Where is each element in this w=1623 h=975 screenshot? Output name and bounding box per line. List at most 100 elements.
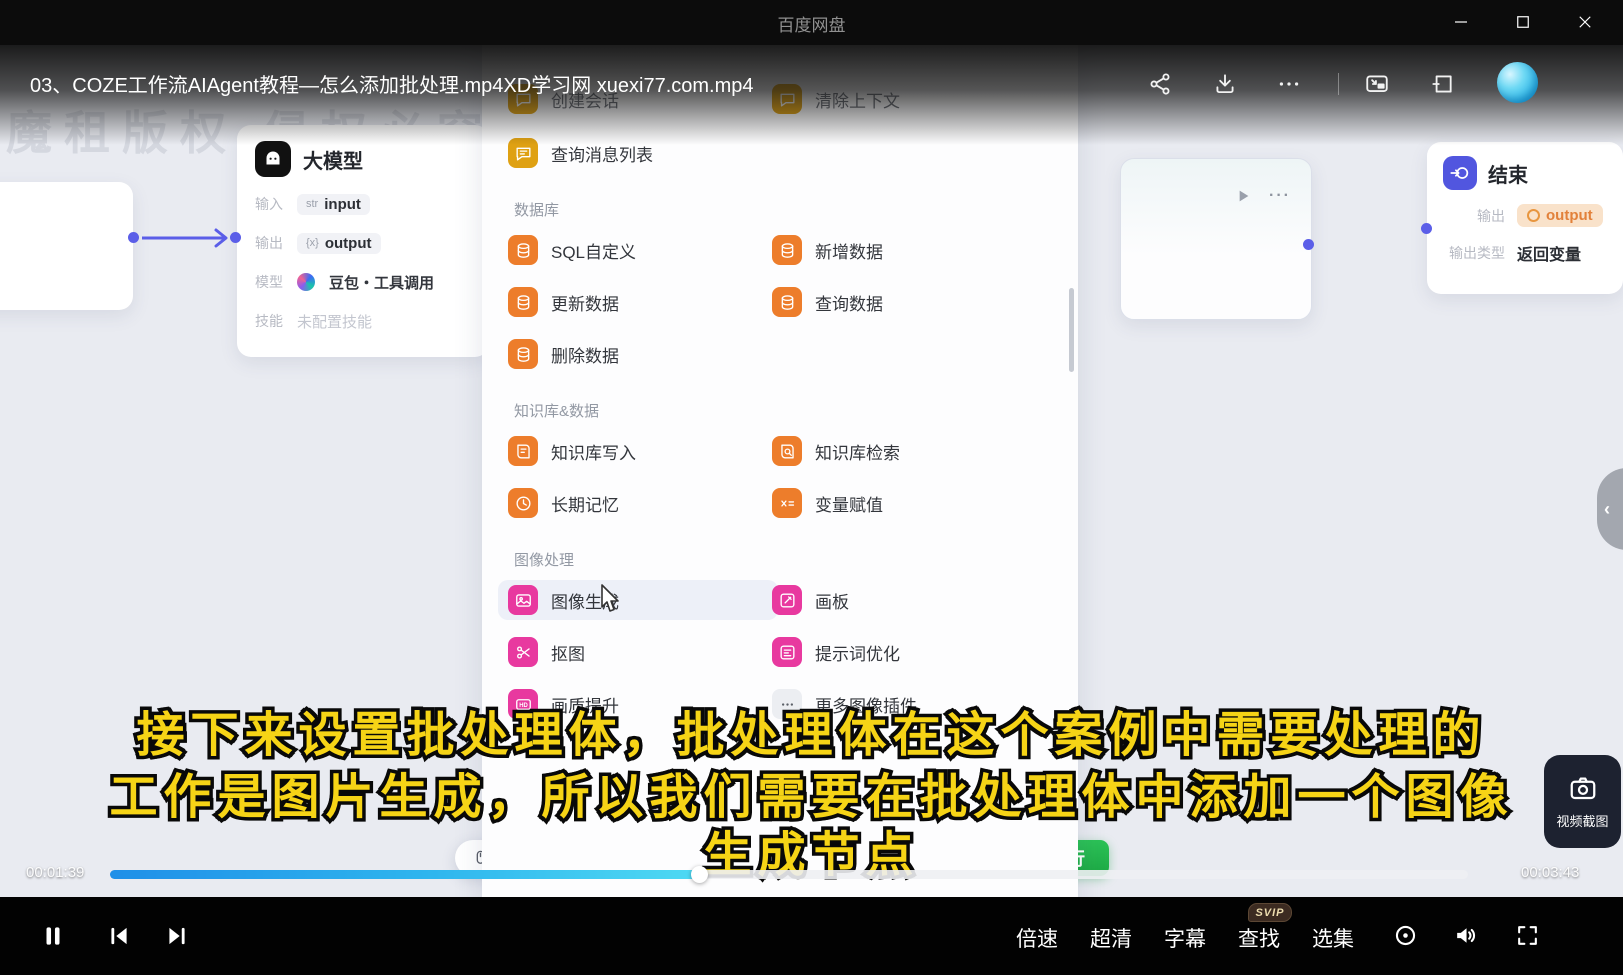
run-node-icon[interactable] <box>1235 188 1251 204</box>
panel-item-label: 新增数据 <box>815 238 883 263</box>
total-time: 00:03:43 <box>1521 864 1579 881</box>
connector-dot[interactable] <box>128 232 139 243</box>
workflow-node-fragment[interactable] <box>0 182 133 310</box>
output-label: 输出 <box>255 233 283 253</box>
image-generate-icon <box>508 585 538 615</box>
picture-in-picture-icon[interactable] <box>1360 67 1394 101</box>
node-more-icon[interactable]: ··· <box>1269 187 1291 205</box>
end-output-label: 输出 <box>1443 206 1505 226</box>
end-output-pill[interactable]: output <box>1517 204 1603 227</box>
panel-section-title-knowledge: 知识库&数据 <box>514 400 1054 421</box>
video-header-overlay: 03、COZE工作流AIAgent教程—怎么添加批处理.mp4XD学习网 xue… <box>0 45 1623 145</box>
video-screenshot-button[interactable]: 视频截图 <box>1544 755 1621 848</box>
node-title: 大模型 <box>303 145 363 174</box>
video-title: 03、COZE工作流AIAgent教程—怎么添加批处理.mp4XD学习网 xue… <box>30 69 754 98</box>
variable-icon <box>772 488 802 518</box>
assistant-avatar[interactable] <box>1497 62 1538 103</box>
download-icon[interactable] <box>1208 67 1242 101</box>
pause-button[interactable] <box>36 919 70 953</box>
header-divider <box>1338 73 1339 95</box>
playback-speed-button[interactable]: 倍速 <box>1016 923 1058 953</box>
fullscreen-icon[interactable] <box>1512 920 1542 950</box>
maximize-button[interactable] <box>1508 8 1538 36</box>
dock-window-icon[interactable] <box>1425 67 1459 101</box>
subtitle-button[interactable]: 字幕 <box>1164 923 1206 953</box>
record-mode-icon[interactable] <box>1390 920 1420 950</box>
panel-item-query-data[interactable]: 查询数据 <box>772 282 1054 322</box>
skill-value: 未配置技能 <box>297 311 372 332</box>
panel-item-prompt-optimize[interactable]: 提示词优化 <box>772 632 1054 672</box>
panel-item-update-data[interactable]: 更新数据 <box>508 282 772 322</box>
end-type-value: 返回变量 <box>1517 241 1581 265</box>
panel-item-long-memory[interactable]: 长期记忆 <box>508 483 772 523</box>
panel-section-title-image: 图像处理 <box>514 549 1054 570</box>
panel-item-image-generate[interactable]: 图像生成 <box>498 580 778 620</box>
database-update-icon <box>508 287 538 317</box>
panel-item-label: 抠图 <box>551 640 585 665</box>
end-type-label: 输出类型 <box>1443 243 1505 263</box>
panel-item-kb-write[interactable]: 知识库写入 <box>508 431 772 471</box>
panel-scrollbar[interactable] <box>1069 288 1074 372</box>
panel-item-label: 更新数据 <box>551 290 619 315</box>
panel-item-label: 知识库写入 <box>551 439 636 464</box>
connector-dot[interactable] <box>230 232 241 243</box>
input-pill[interactable]: str input <box>297 194 370 215</box>
database-query-icon <box>772 287 802 317</box>
find-button[interactable]: 查找 <box>1238 923 1280 953</box>
output-value: output <box>325 235 372 252</box>
panel-item-variable-assign[interactable]: 变量赋值 <box>772 483 1054 523</box>
connector-arrow <box>140 227 240 249</box>
connector-dot[interactable] <box>1303 239 1314 250</box>
end-output-value: output <box>1546 207 1593 224</box>
svip-badge: SVIP <box>1248 903 1292 922</box>
panel-item-kb-search[interactable]: 知识库检索 <box>772 431 1054 471</box>
coze-bot-icon <box>255 141 291 177</box>
end-node[interactable]: 结束 输出 output 输出类型 返回变量 <box>1427 142 1623 294</box>
episodes-button[interactable]: 选集 <box>1312 923 1354 953</box>
panel-item-label: 变量赋值 <box>815 491 883 516</box>
model-node[interactable]: 大模型 输入 str input 输出 {x} output 模型 豆包・工具调… <box>237 125 489 357</box>
share-icon[interactable] <box>1143 67 1177 101</box>
output-pill[interactable]: {x} output <box>297 233 381 254</box>
output-type-badge: {x} <box>306 237 319 249</box>
panel-item-insert-data[interactable]: 新增数据 <box>772 230 1054 270</box>
chevron-left-icon: ‹ <box>1604 499 1610 520</box>
workflow-node-partial[interactable]: ··· <box>1120 158 1312 320</box>
previous-button[interactable] <box>102 919 136 953</box>
database-icon <box>508 235 538 265</box>
connector-dot[interactable] <box>1421 223 1432 234</box>
progress-row: 00:01:39 00:03:43 <box>0 861 1623 891</box>
progress-handle[interactable] <box>691 866 708 883</box>
memory-icon <box>508 488 538 518</box>
panel-item-cutout[interactable]: 抠图 <box>508 632 772 672</box>
panel-item-label: 长期记忆 <box>551 491 619 516</box>
close-button[interactable] <box>1570 8 1600 36</box>
more-options-icon[interactable] <box>1272 67 1306 101</box>
node-title: 结束 <box>1488 159 1528 188</box>
volume-icon[interactable] <box>1450 920 1480 950</box>
progress-fill <box>110 870 699 879</box>
minimize-button[interactable] <box>1446 8 1476 36</box>
panel-item-label: 删除数据 <box>551 342 619 367</box>
database-delete-icon <box>508 339 538 369</box>
panel-item-delete-data[interactable]: 删除数据 <box>508 334 772 374</box>
model-value: 豆包・工具调用 <box>329 272 434 293</box>
video-area[interactable]: 魔租版权 侵权必究 大模型 输入 str input <box>0 45 1623 897</box>
camera-icon <box>1568 773 1598 803</box>
panel-item-canvas-board[interactable]: 画板 <box>772 580 1054 620</box>
database-add-icon <box>772 235 802 265</box>
knowledge-write-icon <box>508 436 538 466</box>
sidebar-collapse-tab[interactable]: ‹ <box>1597 468 1623 550</box>
mouse-cursor <box>592 583 622 617</box>
scissors-icon <box>508 637 538 667</box>
panel-item-sql-custom[interactable]: SQL自定义 <box>508 230 772 270</box>
next-button[interactable] <box>160 919 194 953</box>
video-screenshot-label: 视频截图 <box>1556 811 1608 830</box>
app-title: 百度网盘 <box>0 11 1623 36</box>
skill-label: 技能 <box>255 311 283 331</box>
window-titlebar: 百度网盘 <box>0 0 1623 45</box>
panel-item-label: SQL自定义 <box>551 238 636 263</box>
progress-bar[interactable] <box>110 870 1468 879</box>
quality-button[interactable]: 超清 <box>1090 923 1132 953</box>
player-control-bar: 倍速 超清 字幕 查找 选集 SVIP <box>0 897 1623 975</box>
